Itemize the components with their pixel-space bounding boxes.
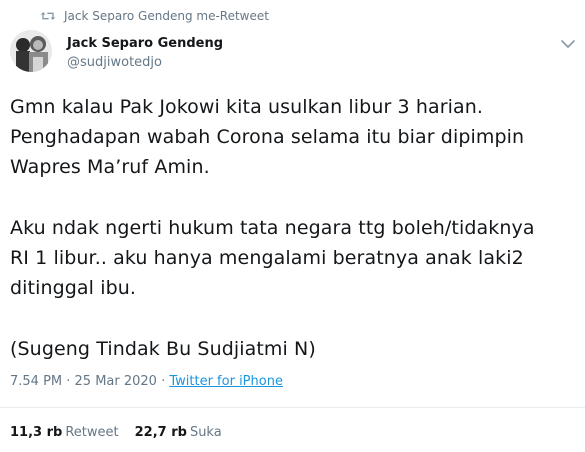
tweet-timestamp[interactable]: 7.54 PM · 25 Mar 2020 · bbox=[10, 374, 169, 389]
tweet-paragraph: Gmn kalau Pak Jokowi kita usulkan libur … bbox=[10, 92, 580, 182]
tweet-source-link[interactable]: Twitter for iPhone bbox=[169, 374, 283, 389]
retweet-count: 11,3 rb bbox=[10, 425, 63, 440]
retweet-icon bbox=[40, 12, 56, 20]
retweet-stat-label: Retweet bbox=[65, 425, 119, 440]
like-count: 22,7 rb bbox=[134, 425, 187, 440]
tweet-paragraph: Aku ndak ngerti hukum tata negara ttg bo… bbox=[10, 213, 580, 303]
divider bbox=[0, 407, 585, 408]
tweet-text: Gmn kalau Pak Jokowi kita usulkan libur … bbox=[10, 92, 580, 395]
tweet-meta: 7.54 PM · 25 Mar 2020 · Twitter for iPho… bbox=[10, 374, 283, 389]
author-info[interactable]: Jack Separo Gendeng @sudjiwotedjo bbox=[67, 35, 223, 71]
chevron-down-icon[interactable] bbox=[560, 38, 576, 50]
tweet-stats: 11,3 rb Retweet 22,7 rb Suka bbox=[10, 425, 238, 440]
like-stat-label: Suka bbox=[189, 425, 222, 440]
tweet-line: ditinggal ibu. bbox=[10, 277, 137, 299]
tweet-line: (Sugeng Tindak Bu Sudjiatmi N) bbox=[10, 338, 316, 360]
author-display-name[interactable]: Jack Separo Gendeng bbox=[67, 35, 223, 52]
tweet-paragraph: (Sugeng Tindak Bu Sudjiatmi N) bbox=[10, 334, 580, 364]
like-stat[interactable]: 22,7 rb Suka bbox=[135, 425, 222, 440]
tweet-line: Penghadapan wabah Corona selama itu biar… bbox=[10, 126, 525, 148]
retweet-label: Jack Separo Gendeng me-Retweet bbox=[64, 9, 269, 23]
avatar-image bbox=[10, 30, 52, 72]
author-handle[interactable]: @sudjiwotedjo bbox=[67, 54, 223, 71]
retweet-stat[interactable]: 11,3 rb Retweet bbox=[10, 425, 119, 440]
tweet-line: Wapres Ma’ruf Amin. bbox=[10, 156, 210, 178]
tweet-line: Aku ndak ngerti hukum tata negara ttg bo… bbox=[10, 217, 535, 239]
retweet-context: Jack Separo Gendeng me-Retweet bbox=[40, 9, 269, 23]
tweet-line: Gmn kalau Pak Jokowi kita usulkan libur … bbox=[10, 96, 484, 118]
tweet-line: RI 1 libur.. aku hanya mengalami beratny… bbox=[10, 247, 524, 269]
avatar[interactable] bbox=[10, 30, 52, 72]
